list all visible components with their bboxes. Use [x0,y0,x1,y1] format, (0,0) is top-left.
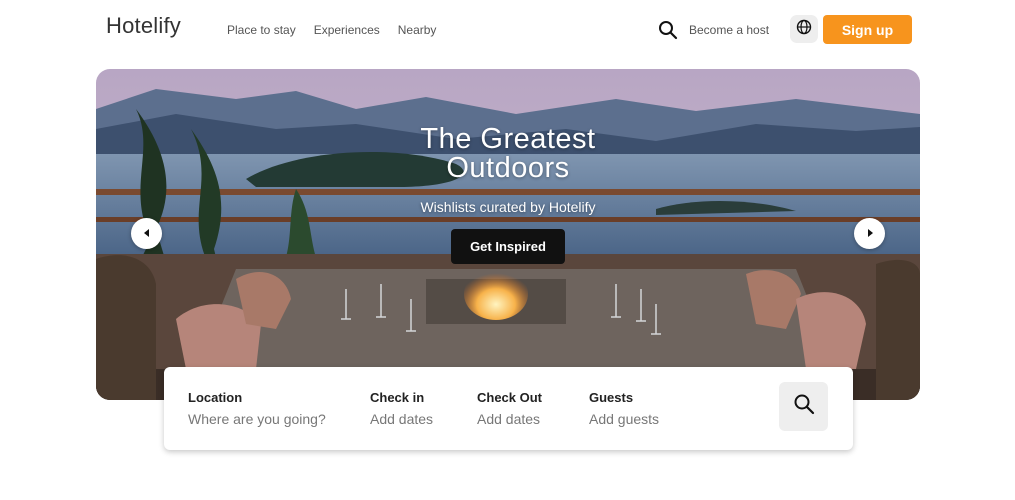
hero-title-line-2: Outdoors [446,152,570,184]
check-out-field[interactable]: Check Out Add dates [477,390,542,427]
nav-experiences[interactable]: Experiences [314,23,380,37]
location-field[interactable]: Location Where are you going? [188,390,326,427]
check-in-input[interactable]: Add dates [370,411,433,427]
guests-field[interactable]: Guests Add guests [589,390,659,427]
nav-nearby[interactable]: Nearby [398,23,437,37]
logo[interactable]: Hotelify [106,13,181,39]
check-out-label: Check Out [477,390,543,405]
main-nav: Place to stay Experiences Nearby [227,23,436,37]
nav-place-to-stay[interactable]: Place to stay [227,23,296,37]
carousel-next-button[interactable] [854,218,885,249]
check-in-label: Check in [370,390,425,405]
globe-icon [796,19,812,40]
search-icon [793,393,815,420]
hero-banner: The Greatest Outdoors Wishlists curated … [96,69,920,400]
become-host-link[interactable]: Become a host [689,23,769,37]
hero-subtitle: Wishlists curated by Hotelify [420,199,596,215]
hero-title: The Greatest Outdoors [96,125,920,183]
language-button[interactable] [790,15,818,43]
check-in-field[interactable]: Check in Add dates [370,390,433,427]
guests-label: Guests [589,390,634,405]
carousel-prev-button[interactable] [131,218,162,249]
search-submit-button[interactable] [779,382,828,431]
hero-title-line-1: The Greatest [420,123,596,155]
chevron-right-icon [865,225,875,243]
location-label: Location [188,390,243,405]
search-bar: Location Where are you going? Check in A… [164,367,853,450]
chevron-left-icon [142,225,152,243]
get-inspired-button[interactable]: Get Inspired [451,229,565,264]
guests-input[interactable]: Add guests [589,411,659,427]
sign-up-button[interactable]: Sign up [823,15,912,44]
location-input[interactable]: Where are you going? [188,411,326,427]
search-icon[interactable] [658,20,678,40]
check-out-input[interactable]: Add dates [477,411,542,427]
